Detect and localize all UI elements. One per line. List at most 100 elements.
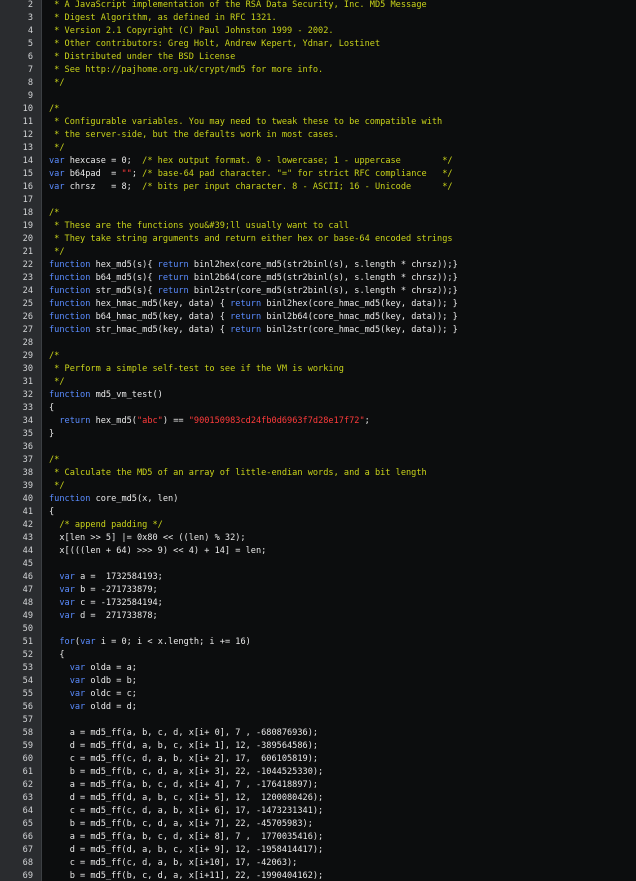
code-line[interactable]: 51 for(var i = 0; i < x.length; i += 16) [0,636,636,649]
code-text[interactable]: /* append padding */ [49,519,162,532]
code-text[interactable]: */ [49,246,64,259]
code-line[interactable]: 27 function str_hmac_md5(key, data) { ret… [0,324,636,337]
code-text[interactable]: * Other contributors: Greg Holt, Andrew … [49,38,380,51]
code-line[interactable]: 50 [0,623,636,636]
code-text[interactable]: */ [49,77,64,90]
code-line[interactable]: 67 d = md5_ff(d, a, b, c, x[i+ 9], 12, -… [0,844,636,857]
code-text[interactable]: b = md5_ff(b, c, d, a, x[i+11], 22, -199… [49,870,324,881]
code-text[interactable]: d = md5_ff(d, a, b, c, x[i+ 5], 12, 1200… [49,792,324,805]
code-text[interactable]: d = md5_ff(d, a, b, c, x[i+ 9], 12, -195… [49,844,324,857]
code-text[interactable]: function hex_hmac_md5(key, data) { retur… [49,298,458,311]
code-area[interactable]: 2 * A JavaScript implementation of the R… [0,0,636,881]
code-text[interactable]: var d = 271733878; [49,610,157,623]
code-line[interactable]: 45 [0,558,636,571]
code-text[interactable]: * Digest Algorithm, as defined in RFC 13… [49,12,276,25]
code-line[interactable]: 34 return hex_md5("abc") == "900150983cd… [0,415,636,428]
code-line[interactable]: 53 var olda = a; [0,662,636,675]
code-text[interactable]: /* [49,350,59,363]
code-line[interactable]: 49 var d = 271733878; [0,610,636,623]
code-text[interactable]: for(var i = 0; i < x.length; i += 16) [49,636,250,649]
code-line[interactable]: 59 d = md5_ff(d, a, b, c, x[i+ 1], 12, -… [0,740,636,753]
code-line[interactable]: 46 var a = 1732584193; [0,571,636,584]
code-text[interactable]: */ [49,480,64,493]
code-line[interactable]: 31 */ [0,376,636,389]
code-text[interactable]: function core_md5(x, len) [49,493,178,506]
code-text[interactable]: * Calculate the MD5 of an array of littl… [49,467,427,480]
code-line[interactable]: 21 */ [0,246,636,259]
code-line[interactable]: 63 d = md5_ff(d, a, b, c, x[i+ 5], 12, 1… [0,792,636,805]
code-text[interactable]: /* [49,103,59,116]
code-text[interactable]: c = md5_ff(c, d, a, b, x[i+ 6], 17, -147… [49,805,324,818]
code-text[interactable]: var b = -271733879; [49,584,157,597]
code-line[interactable]: 35} [0,428,636,441]
code-text[interactable]: /* [49,454,59,467]
code-line[interactable]: 58 a = md5_ff(a, b, c, d, x[i+ 0], 7 , -… [0,727,636,740]
code-text[interactable]: b = md5_ff(b, c, d, a, x[i+ 7], 22, -457… [49,818,313,831]
code-text[interactable]: x[(((len + 64) >>> 9) << 4) + 14] = len; [49,545,266,558]
code-editor[interactable]: 2 * A JavaScript implementation of the R… [0,0,636,881]
code-text[interactable]: a = md5_ff(a, b, c, d, x[i+ 8], 7 , 1770… [49,831,324,844]
code-text[interactable]: var b64pad = ""; /* base-64 pad characte… [49,168,453,181]
code-line[interactable]: 52 { [0,649,636,662]
code-line[interactable]: 69 b = md5_ff(b, c, d, a, x[i+11], 22, -… [0,870,636,881]
code-line[interactable]: 3 * Digest Algorithm, as defined in RFC … [0,12,636,25]
code-line[interactable]: 33 { [0,402,636,415]
code-line[interactable]: 64 c = md5_ff(c, d, a, b, x[i+ 6], 17, -… [0,805,636,818]
code-line[interactable]: 43 x[len >> 5] |= 0x80 << ((len) % 32); [0,532,636,545]
code-text[interactable]: var olda = a; [49,662,137,675]
code-text[interactable]: function b64_md5(s){ return binl2b64(cor… [49,272,458,285]
code-text[interactable]: b = md5_ff(b, c, d, a, x[i+ 3], 22, -104… [49,766,324,779]
code-line[interactable]: 30 * Perform a simple self-test to see i… [0,363,636,376]
code-text[interactable]: var hexcase = 0; /* hex output format. 0… [49,155,453,168]
code-text[interactable]: * These are the functions you&#39;ll usu… [49,220,349,233]
code-line[interactable]: 39 */ [0,480,636,493]
code-text[interactable]: function hex_md5(s){ return binl2hex(cor… [49,259,458,272]
code-text[interactable]: * Perform a simple self-test to see if t… [49,363,344,376]
code-line[interactable]: 7 * See http://pajhome.org.uk/crypt/md5 … [0,64,636,77]
code-text[interactable]: * See http://pajhome.org.uk/crypt/md5 fo… [49,64,323,77]
code-line[interactable]: 29 /* [0,350,636,363]
code-text[interactable]: { [49,649,64,662]
code-line[interactable]: 62 a = md5_ff(a, b, c, d, x[i+ 4], 7 , -… [0,779,636,792]
code-line[interactable]: 15 var b64pad = ""; /* base-64 pad charac… [0,168,636,181]
code-line[interactable]: 13 */ [0,142,636,155]
code-line[interactable]: 19 * These are the functions you&#39;ll … [0,220,636,233]
code-text[interactable]: * Configurable variables. You may need t… [49,116,442,129]
code-text[interactable]: c = md5_ff(c, d, a, b, x[i+10], 17, -420… [49,857,298,870]
code-text[interactable]: * A JavaScript implementation of the RSA… [49,0,427,12]
code-text[interactable]: var c = -1732584194; [49,597,163,610]
code-line[interactable]: 66 a = md5_ff(a, b, c, d, x[i+ 8], 7 , 1… [0,831,636,844]
code-line[interactable]: 20 * They take string arguments and retu… [0,233,636,246]
code-line[interactable]: 2 * A JavaScript implementation of the R… [0,0,636,12]
code-line[interactable]: 44 x[(((len + 64) >>> 9) << 4) + 14] = l… [0,545,636,558]
code-text[interactable]: * Version 2.1 Copyright (C) Paul Johnsto… [49,25,333,38]
code-text[interactable]: var oldd = d; [49,701,137,714]
code-line[interactable]: 17 [0,194,636,207]
code-text[interactable]: * They take string arguments and return … [49,233,452,246]
code-text[interactable]: { [49,506,54,519]
code-text[interactable]: /* [49,207,59,220]
code-text[interactable]: function b64_hmac_md5(key, data) { retur… [49,311,458,324]
code-line[interactable]: 38 * Calculate the MD5 of an array of li… [0,467,636,480]
code-text[interactable]: d = md5_ff(d, a, b, c, x[i+ 1], 12, -389… [49,740,318,753]
code-line[interactable]: 16 var chrsz = 8; /* bits per input chara… [0,181,636,194]
code-line[interactable]: 56 var oldd = d; [0,701,636,714]
code-text[interactable]: return hex_md5("abc") == "900150983cd24f… [49,415,369,428]
code-text[interactable]: a = md5_ff(a, b, c, d, x[i+ 0], 7 , -680… [49,727,318,740]
code-line[interactable]: 60 c = md5_ff(c, d, a, b, x[i+ 2], 17, 6… [0,753,636,766]
code-line[interactable]: 61 b = md5_ff(b, c, d, a, x[i+ 3], 22, -… [0,766,636,779]
code-text[interactable]: var a = 1732584193; [49,571,163,584]
code-text[interactable]: */ [49,376,64,389]
code-text[interactable]: * the server-side, but the defaults work… [49,129,339,142]
code-text[interactable]: x[len >> 5] |= 0x80 << ((len) % 32); [49,532,245,545]
code-line[interactable]: 18 /* [0,207,636,220]
code-line[interactable]: 65 b = md5_ff(b, c, d, a, x[i+ 7], 22, -… [0,818,636,831]
code-line[interactable]: 5 * Other contributors: Greg Holt, Andre… [0,38,636,51]
code-text[interactable]: function md5_vm_test() [49,389,163,402]
code-line[interactable]: 12 * the server-side, but the defaults w… [0,129,636,142]
code-line[interactable]: 9 [0,90,636,103]
code-line[interactable]: 57 [0,714,636,727]
code-text[interactable]: var oldb = b; [49,675,137,688]
code-line[interactable]: 10 /* [0,103,636,116]
code-line[interactable]: 4 * Version 2.1 Copyright (C) Paul Johns… [0,25,636,38]
